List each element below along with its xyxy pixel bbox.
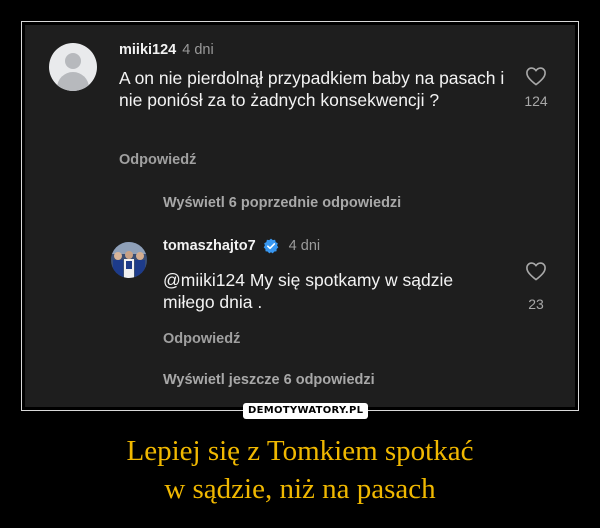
reply-text: @miiki124 My się spotkamy w sądzie miłeg… xyxy=(163,269,508,313)
reply-header: tomaszhajto7 4 dni xyxy=(163,238,320,254)
comment-header: miiki124 4 dni xyxy=(119,41,214,59)
comment-username[interactable]: miiki124 xyxy=(119,42,176,58)
comment-reply-button[interactable]: Odpowiedź xyxy=(119,152,196,168)
avatar-shoulders-shape xyxy=(57,72,89,91)
comment-text: A on nie pierdolnął przypadkiem baby na … xyxy=(119,68,505,110)
avatar-head-shape xyxy=(65,53,81,69)
caption-line-1: Lepiej się z Tomkiem spotkać xyxy=(126,435,474,467)
comment-time: 4 dni xyxy=(182,42,214,58)
user-avatar[interactable] xyxy=(49,43,97,91)
reply-like-heart-icon[interactable] xyxy=(525,261,547,281)
team-photo-avatar-icon xyxy=(111,242,147,278)
comment-like-heart-icon[interactable] xyxy=(525,66,547,86)
comments-panel: miiki124 4 dni A on nie pierdolnął przypa… xyxy=(25,25,575,407)
site-watermark: DEMOTYWATORY.PL xyxy=(243,403,369,419)
reply-reply-button[interactable]: Odpowiedź xyxy=(163,331,240,347)
reply-mention[interactable]: @miiki124 xyxy=(163,270,245,290)
verified-badge-icon xyxy=(263,238,278,254)
reply-username[interactable]: tomaszhajto7 xyxy=(163,238,256,254)
view-previous-replies-link[interactable]: Wyświetl 6 poprzednie odpowiedzi xyxy=(163,195,401,211)
comment-like-count: 124 xyxy=(524,93,548,109)
view-more-replies-link[interactable]: Wyświetl jeszcze 6 odpowiedzi xyxy=(163,372,375,388)
reply-time: 4 dni xyxy=(288,238,321,254)
meme-caption: Lepiej się z Tomkiem spotkać w sądzie, n… xyxy=(0,432,600,508)
reply-user-avatar[interactable] xyxy=(111,242,147,278)
caption-line-2: w sądzie, niż na pasach xyxy=(164,473,436,505)
reply-like-count: 23 xyxy=(528,296,544,312)
